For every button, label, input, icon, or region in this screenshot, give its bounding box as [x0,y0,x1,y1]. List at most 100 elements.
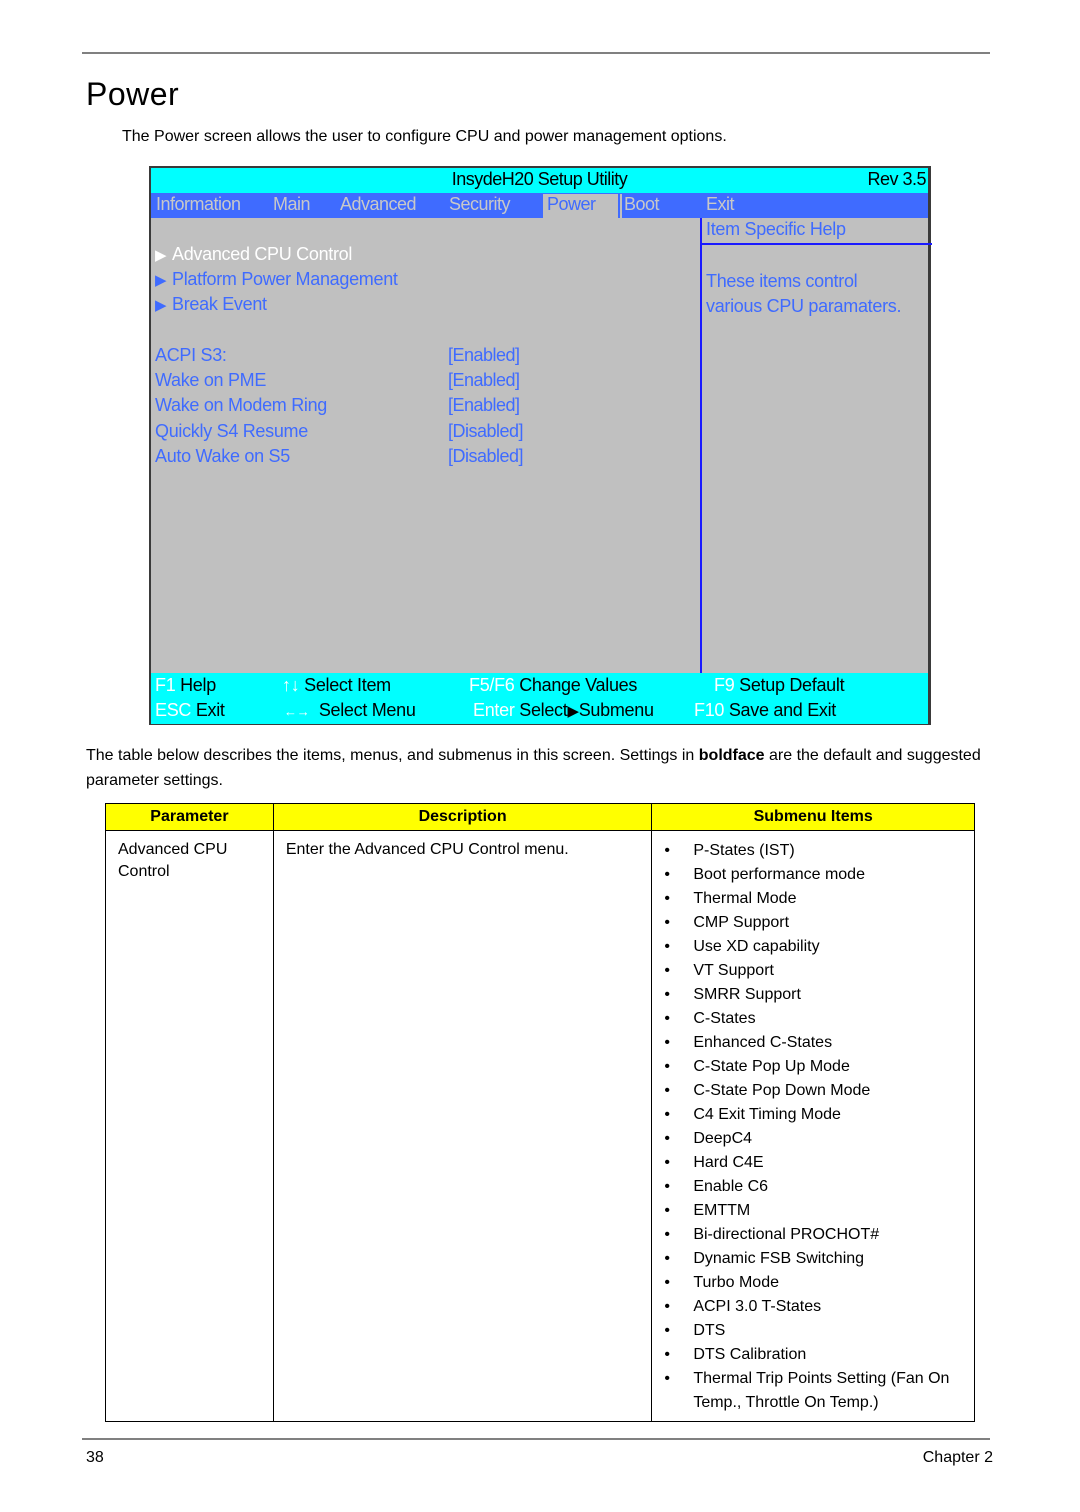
submenu-list-item: C-State Pop Down Mode [664,1079,962,1103]
hint-esc-exit: ESC Exit [155,700,225,721]
submenu-label: Platform Power Management [172,269,398,289]
left-right-arrows-icon: ←→ [284,704,310,719]
footer-rule [82,1438,990,1440]
page-number: 38 [86,1449,104,1466]
submenu-list-item: Bi-directional PROCHOT# [664,1223,962,1247]
submenu-list-item: Hard C4E [664,1151,962,1175]
submenu-list-item: Enhanced C-States [664,1031,962,1055]
submenu-list-item: Boot performance mode [664,863,962,887]
option-wake-on-modem-ring-value[interactable]: [Enabled] [448,395,520,416]
intro-text: The Power screen allows the user to conf… [122,128,727,145]
submenu-label: Break Event [172,294,267,314]
key-desc: Change Values [519,675,638,695]
table-header-row: Parameter Description Submenu Items [105,803,975,831]
cell-parameter: Advanced CPU Control [105,836,274,1422]
submenu-list-item: Dynamic FSB Switching [664,1247,962,1271]
header-rule [82,52,990,54]
submenu-label: Advanced CPU Control [172,244,353,264]
submenu-list-item: Thermal Trip Points Setting (Fan On Temp… [664,1367,962,1415]
help-line: various CPU paramaters. [706,296,902,316]
key-label: F1 [155,675,176,695]
up-down-arrows-icon: ↑↓ [282,675,300,695]
triangle-right-icon: ▶ [155,297,167,314]
submenu-list-item: DTS [664,1319,962,1343]
column-header-description: Description [272,803,653,831]
bios-menu-bar: Information Main Advanced Security Power… [151,193,928,218]
cell-submenu-items: P-States (IST)Boot performance modeTherm… [651,836,975,1422]
submenu-list-item: P-States (IST) [664,839,962,863]
submenu-list-item: VT Support [664,959,962,983]
submenu-list-item: ACPI 3.0 T-States [664,1295,962,1319]
column-header-submenu-items: Submenu Items [651,803,975,831]
key-desc: Help [180,675,216,695]
hint-change-values: F5/F6 Change Values [469,675,637,696]
option-wake-on-pme-label[interactable]: Wake on PME [155,370,266,391]
submenu-list-item: Turbo Mode [664,1271,962,1295]
submenu-break-event[interactable]: ▶ Break Event [155,294,267,315]
triangle-right-icon: ▶ [155,272,167,289]
triangle-right-icon: ▶ [567,703,579,720]
option-quickly-s4-resume-value[interactable]: [Disabled] [448,421,524,442]
tab-main[interactable]: Main [271,194,312,218]
tab-power[interactable]: Power [543,194,618,218]
option-auto-wake-on-s5-value[interactable]: [Disabled] [448,446,524,467]
hint-f9-setup-default: F9 Setup Default [714,675,845,696]
option-auto-wake-on-s5-label[interactable]: Auto Wake on S5 [155,446,290,467]
key-label: F5/F6 [469,675,515,695]
triangle-right-icon: ▶ [155,247,167,264]
submenu-list-item: C-State Pop Up Mode [664,1055,962,1079]
key-desc: Exit [195,700,225,720]
hint-f10-save-exit: F10 Save and Exit [694,700,836,721]
submenu-list-item: DeepC4 [664,1127,962,1151]
help-text: These items control various CPU paramate… [706,269,901,319]
hint-f1-help: F1 Help [155,675,216,696]
submenu-list-item: EMTTM [664,1199,962,1223]
tab-security[interactable]: Security [447,194,512,218]
tab-boot[interactable]: Boot [620,194,662,218]
page-title: Power [86,76,180,112]
submenu-list-item: C4 Exit Timing Mode [664,1103,962,1127]
submenu-list-item: Enable C6 [664,1175,962,1199]
submenu-list-item: DTS Calibration [664,1343,962,1367]
option-wake-on-pme-value[interactable]: [Enabled] [448,370,520,391]
description-text: The table below describes the items, men… [86,747,699,764]
bios-title: InsydeH20 Setup Utility [451,169,628,189]
key-label: Enter [473,700,515,720]
submenu-list-item: CMP Support [664,911,962,935]
tab-information[interactable]: Information [154,194,243,218]
help-line: These items control [706,271,858,291]
bios-screenshot: InsydeH20 Setup Utility Rev 3.5 Informat… [149,166,932,725]
submenu-advanced-cpu-control[interactable]: ▶ Advanced CPU Control [155,244,352,265]
tab-exit[interactable]: Exit [704,194,736,218]
option-wake-on-modem-ring-label[interactable]: Wake on Modem Ring [155,395,327,416]
submenu-list-item: SMRR Support [664,983,962,1007]
bios-title-bar: InsydeH20 Setup Utility Rev 3.5 [151,168,928,193]
bios-footer: F1 Help ↑↓ Select Item F5/F6 Change Valu… [151,673,928,724]
hint-select-menu: ←→ Select Menu [284,700,416,721]
hint-select-item: ↑↓ Select Item [282,675,391,696]
table-row: Advanced CPU Control Enter the Advanced … [105,836,975,1422]
description-bold: boldface [698,747,765,764]
key-label: F10 [694,700,725,720]
column-header-parameter: Parameter [105,803,274,831]
tab-advanced[interactable]: Advanced [338,194,418,218]
submenu-list-item: C-States [664,1007,962,1031]
key-desc: Select Menu [318,700,416,720]
key-label: F9 [714,675,735,695]
submenu-list-item: Thermal Mode [664,887,962,911]
option-quickly-s4-resume-label[interactable]: Quickly S4 Resume [155,421,308,442]
hint-enter-select-submenu: Enter Select▶Submenu [473,700,654,721]
key-desc: Setup Default [739,675,845,695]
help-title: Item Specific Help [706,219,846,239]
option-acpi-s3-value[interactable]: [Enabled] [448,345,520,366]
bios-revision: Rev 3.5 [867,169,926,189]
help-divider [702,243,932,245]
chapter-label: Chapter 2 [922,1449,993,1466]
key-desc: Save and Exit [728,700,836,720]
key-label: ESC [155,700,192,720]
bios-main-panel: ▶ Advanced CPU Control ▶ Platform Power Ma… [151,218,700,673]
cell-description: Enter the Advanced CPU Control menu. [272,836,653,1422]
submenu-platform-power-management[interactable]: ▶ Platform Power Management [155,269,398,290]
option-acpi-s3-label[interactable]: ACPI S3: [155,345,227,366]
key-desc: Select [519,700,568,720]
